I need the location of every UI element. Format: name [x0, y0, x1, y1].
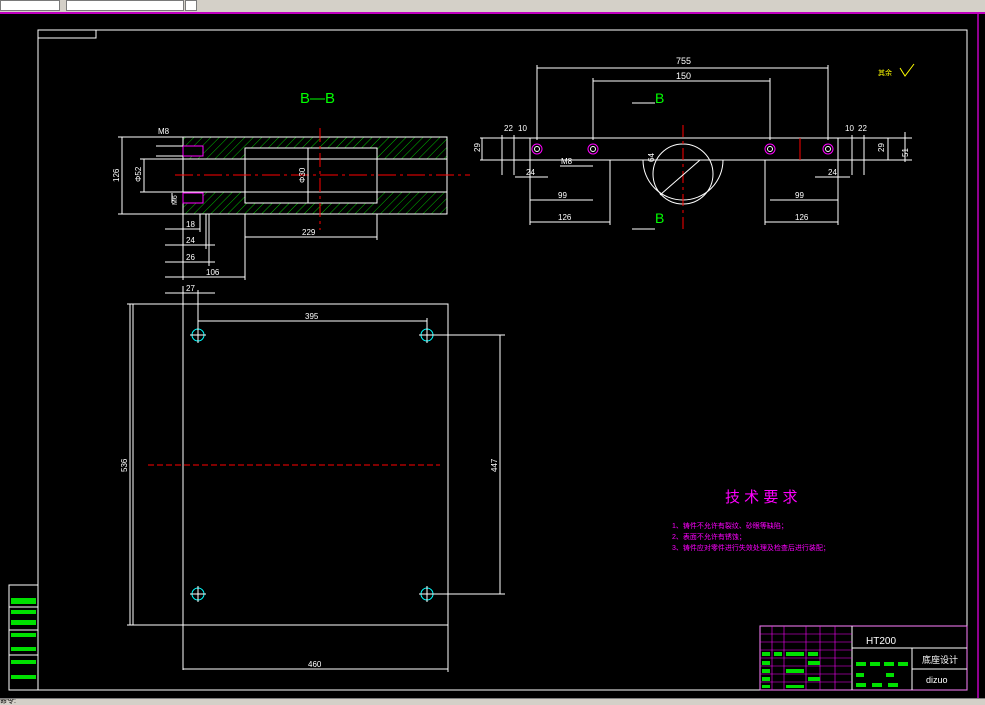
dim-64: 64	[647, 153, 656, 162]
dim-99-left: 99	[558, 191, 567, 200]
dim-22-right: 22	[858, 124, 867, 133]
section-view-bb: B—B 126 Φ52 Φ30 M8 M6 18 24 26 106 229	[112, 90, 470, 280]
dim-24: 24	[186, 236, 195, 245]
dim-27: 27	[186, 284, 195, 293]
tech-note-2: 2、表面不允许有锈蚀；	[672, 532, 746, 541]
section-marker-bottom: B	[655, 210, 664, 226]
section-marker-top: B	[655, 90, 664, 106]
dim-m8-left: M8	[158, 127, 170, 136]
dim-26: 26	[186, 253, 195, 262]
layer-dropdown[interactable]	[0, 0, 60, 11]
dim-24-right: 24	[828, 168, 837, 177]
technical-requirements: 技 术 要 求 1、铸件不允许有裂纹、砂眼等缺陷； 2、表面不允许有锈蚀； 3、…	[672, 489, 830, 552]
dim-29-left: 29	[473, 143, 482, 152]
dim-18: 18	[186, 220, 195, 229]
dim-m8-front: M8	[561, 157, 573, 166]
style-dropdown[interactable]	[66, 0, 184, 11]
dropdown-arrow-icon[interactable]	[185, 0, 197, 11]
dim-99-right: 99	[795, 191, 804, 200]
dim-150: 150	[676, 71, 691, 81]
tech-note-1: 1、铸件不允许有裂纹、砂眼等缺陷；	[672, 521, 788, 530]
dim-460: 460	[308, 660, 322, 669]
title-block: HT200 底座设计 dizuo	[759, 625, 968, 691]
front-view: B B 755 150 29 22 10 M8 24 99 126 64 29	[473, 56, 915, 232]
dim-106: 106	[206, 268, 220, 277]
dim-24-left: 24	[526, 168, 535, 177]
dim-30: Φ30	[298, 167, 307, 183]
tech-title: 技 术 要 求	[725, 489, 798, 506]
dim-126-left: 126	[112, 168, 121, 182]
material-label: HT200	[866, 636, 896, 647]
part-name-label: 底座设计	[922, 654, 958, 665]
dim-755: 755	[676, 56, 691, 66]
dim-m6: M6	[172, 195, 179, 205]
dim-126-l: 126	[558, 213, 572, 222]
dim-10-left: 10	[518, 124, 527, 133]
dim-10-right: 10	[845, 124, 854, 133]
section-bb-label: B—B	[300, 90, 335, 107]
roughness-symbol-icon	[899, 63, 915, 77]
dim-126-r: 126	[795, 213, 809, 222]
side-strip-table	[8, 584, 39, 691]
dim-536: 536	[120, 458, 129, 472]
tech-note-3: 3、铸件应对零件进行失效处理及检查后进行装配；	[672, 543, 830, 552]
surface-note: 其余	[878, 68, 892, 77]
dim-22-left: 22	[504, 124, 513, 133]
dim-52: Φ52	[134, 166, 143, 182]
dim-51: 51	[901, 148, 910, 157]
drawing-code-box	[37, 29, 97, 39]
drawing-canvas[interactable]: B—B 126 Φ52 Φ30 M8 M6 18 24 26 106 229 B…	[0, 12, 985, 698]
dim-395: 395	[305, 312, 319, 321]
plan-view: 27 395 536 447 460	[120, 284, 505, 672]
drawing-code-label: dizuo	[926, 675, 948, 685]
dim-447: 447	[490, 458, 499, 472]
dim-29-right: 29	[877, 143, 886, 152]
dim-229: 229	[302, 228, 316, 237]
